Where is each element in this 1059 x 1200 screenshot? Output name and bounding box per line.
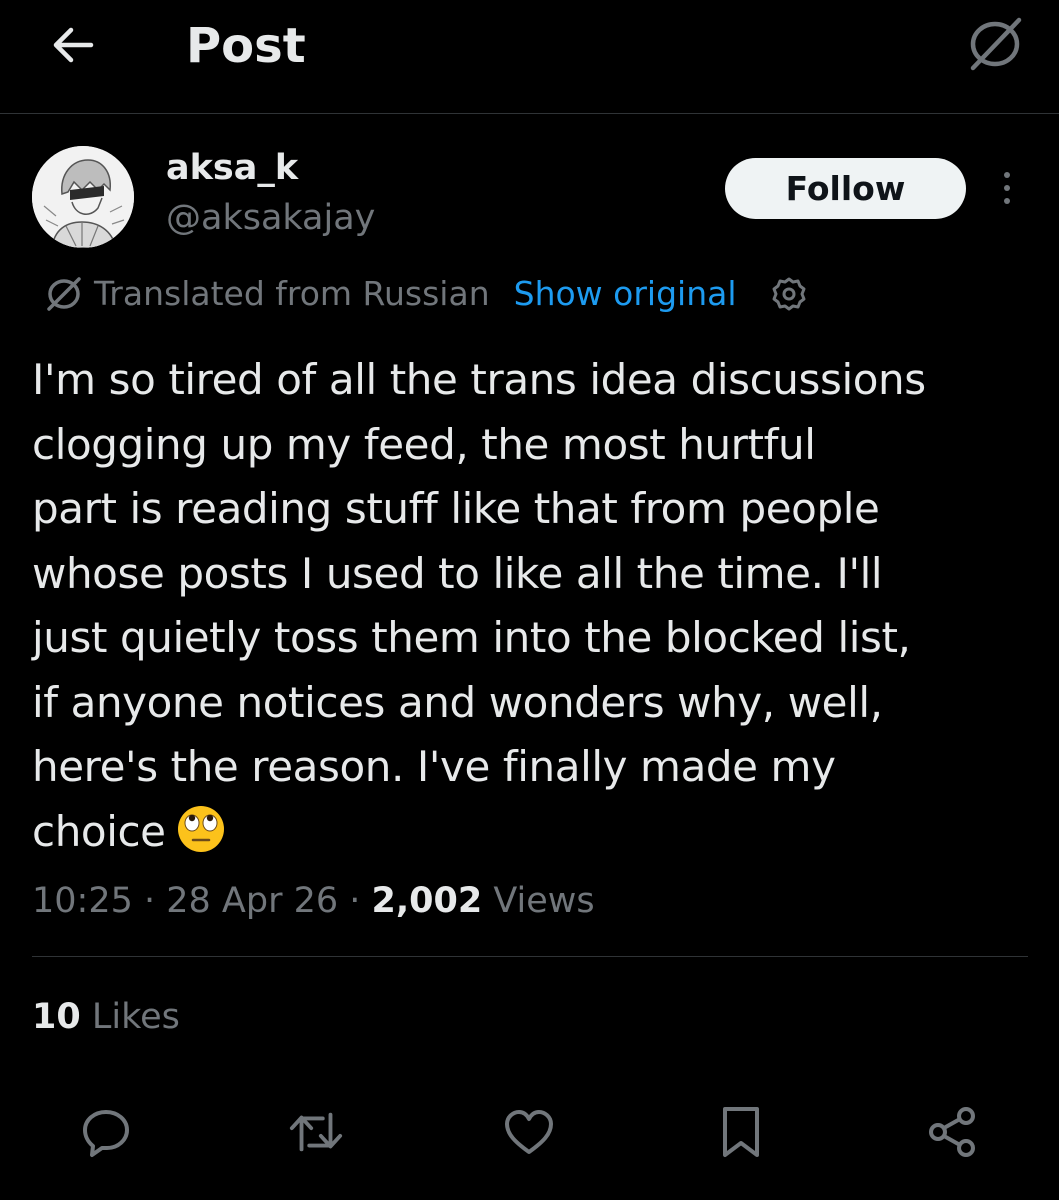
likes-count: 10	[32, 997, 81, 1037]
author-display-name[interactable]: aksa_k	[166, 146, 298, 190]
meta-separator: ·	[132, 881, 167, 921]
views-count: 2,002	[371, 881, 483, 921]
repost-icon	[289, 1112, 343, 1152]
avatar-illustration	[32, 146, 134, 248]
post-body: I'm so tired of all the trans idea discu…	[32, 348, 1032, 864]
follow-button[interactable]: Follow	[725, 158, 966, 219]
author-handle[interactable]: @aksakajay	[166, 196, 375, 240]
arrow-left-icon	[53, 27, 94, 63]
translation-bar: Translated from Russian Show original	[44, 270, 807, 318]
show-original-link[interactable]: Show original	[514, 270, 737, 318]
post-date[interactable]: 28 Apr 26	[166, 881, 338, 921]
post-meta: 10:25 · 28 Apr 26 · 2,002 Views	[32, 876, 595, 926]
reply-button[interactable]	[78, 1104, 134, 1160]
more-vertical-icon-dot	[1004, 198, 1010, 204]
reply-icon	[83, 1110, 129, 1157]
bookmark-icon	[723, 1107, 759, 1157]
back-button[interactable]	[46, 20, 100, 70]
divider	[32, 956, 1028, 957]
like-button[interactable]	[501, 1104, 557, 1160]
eye-roll-emoji	[177, 805, 224, 852]
repost-button[interactable]	[288, 1104, 344, 1160]
translate-button[interactable]	[962, 14, 1028, 74]
more-options-button[interactable]	[990, 164, 1024, 212]
translate-icon	[47, 277, 81, 311]
avatar[interactable]	[32, 146, 134, 248]
translation-settings-button[interactable]	[771, 276, 807, 312]
meta-separator: ·	[338, 881, 372, 921]
gear-icon	[772, 277, 806, 311]
post-time[interactable]: 10:25	[32, 881, 133, 921]
translate-icon	[970, 17, 1022, 71]
post-text: I'm so tired of all the trans idea discu…	[32, 355, 926, 856]
views-label: Views	[482, 881, 595, 921]
likes-stat[interactable]: 10 Likes	[32, 992, 180, 1042]
more-vertical-icon-dot	[1004, 185, 1010, 191]
share-button[interactable]	[924, 1104, 980, 1160]
more-vertical-icon	[1004, 172, 1010, 178]
translated-from-label: Translated from Russian	[94, 274, 490, 313]
share-icon	[929, 1107, 975, 1157]
heart-icon	[505, 1110, 553, 1154]
top-bar: Post	[0, 0, 1059, 114]
likes-label: Likes	[80, 997, 180, 1037]
page-title: Post	[186, 18, 306, 74]
bookmark-button[interactable]	[713, 1104, 769, 1160]
